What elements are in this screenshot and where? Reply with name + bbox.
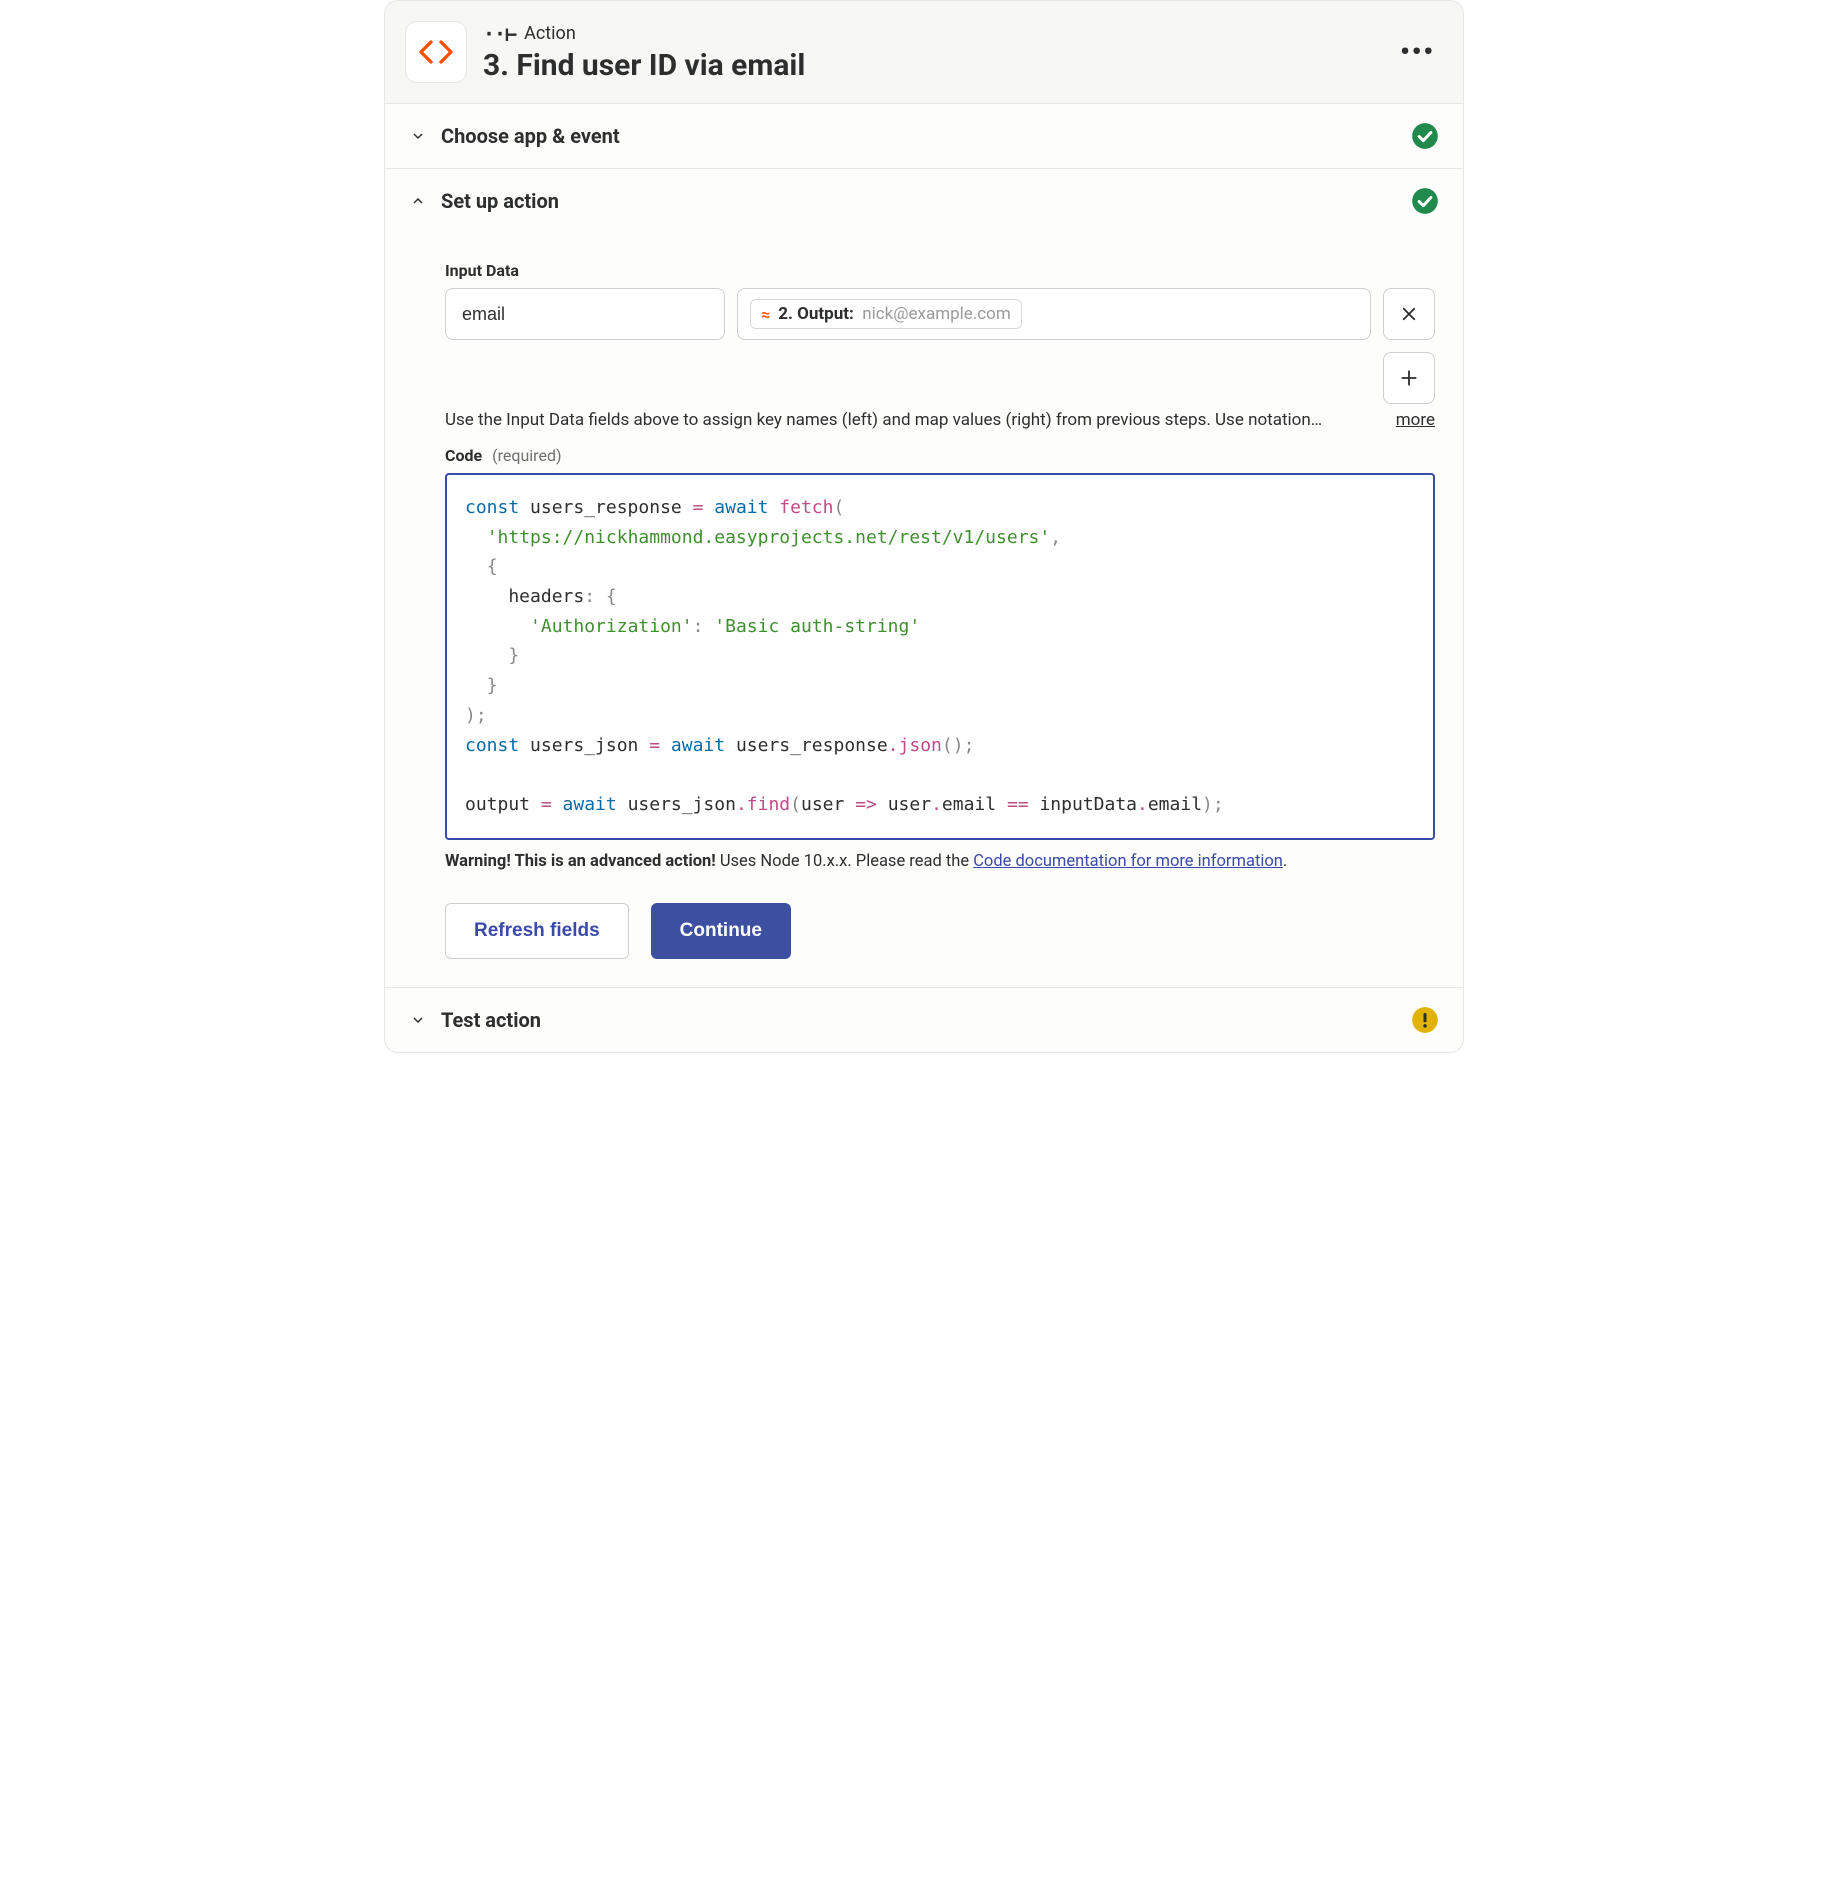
section-test: Test action — [385, 987, 1463, 1052]
section-test-title: Test action — [441, 1008, 1397, 1032]
path-glyph-icon: ··⊢ — [483, 22, 516, 46]
section-choose-header[interactable]: Choose app & event — [385, 104, 1463, 168]
more-link[interactable]: more — [1396, 410, 1435, 430]
input-key-field[interactable] — [445, 288, 725, 340]
section-setup: Set up action Input Data ≈ 2. Output: ni… — [385, 168, 1463, 987]
mapped-value-pill[interactable]: ≈ 2. Output: nick@example.com — [750, 299, 1022, 329]
input-data-row: ≈ 2. Output: nick@example.com — [445, 288, 1435, 340]
code-label: Code — [445, 446, 482, 465]
refresh-fields-button[interactable]: Refresh fields — [445, 903, 629, 959]
pill-value: nick@example.com — [862, 304, 1011, 324]
section-test-header[interactable]: Test action — [385, 988, 1463, 1052]
header-kicker: Action — [524, 23, 576, 44]
input-data-label: Input Data — [445, 261, 1435, 280]
close-icon — [1400, 305, 1418, 323]
warning-bold: Warning! This is an advanced action! — [445, 852, 716, 871]
continue-button[interactable]: Continue — [651, 903, 791, 959]
input-data-help: Use the Input Data fields above to assig… — [445, 410, 1372, 430]
section-setup-body: Input Data ≈ 2. Output: nick@example.com — [385, 233, 1463, 987]
code-label-row: Code (required) — [445, 446, 1435, 465]
plus-icon — [1399, 368, 1419, 388]
section-setup-header[interactable]: Set up action — [385, 169, 1463, 233]
action-panel: ··⊢ Action 3. Find user ID via email •••… — [384, 0, 1464, 1053]
add-row-button[interactable] — [1383, 352, 1435, 404]
pill-prefix: 2. Output: — [778, 304, 854, 324]
status-complete-icon — [1411, 187, 1439, 215]
chevron-down-icon — [409, 128, 427, 144]
input-value-field[interactable]: ≈ 2. Output: nick@example.com — [737, 288, 1371, 340]
code-required: (required) — [492, 446, 561, 465]
status-warning-icon — [1411, 1006, 1439, 1034]
warning-text: Uses Node 10.x.x. Please read the — [716, 852, 973, 871]
more-menu-button[interactable]: ••• — [1396, 31, 1439, 73]
header-kicker-row: ··⊢ Action — [483, 22, 1380, 46]
remove-row-button[interactable] — [1383, 288, 1435, 340]
section-choose-app: Choose app & event — [385, 103, 1463, 168]
code-editor[interactable]: const users_response = await fetch( 'htt… — [445, 473, 1435, 840]
code-warning: Warning! This is an advanced action! Use… — [445, 852, 1435, 871]
section-setup-title: Set up action — [441, 189, 1397, 213]
code-docs-link[interactable]: Code documentation for more information — [973, 852, 1283, 871]
status-complete-icon — [1411, 122, 1439, 150]
panel-header: ··⊢ Action 3. Find user ID via email ••• — [385, 1, 1463, 103]
chevron-up-icon — [409, 193, 427, 209]
zap-step-icon: ≈ — [761, 305, 770, 324]
chevron-down-icon — [409, 1012, 427, 1028]
header-title: 3. Find user ID via email — [483, 48, 1380, 83]
section-choose-title: Choose app & event — [441, 124, 1397, 148]
app-code-icon — [405, 21, 467, 83]
